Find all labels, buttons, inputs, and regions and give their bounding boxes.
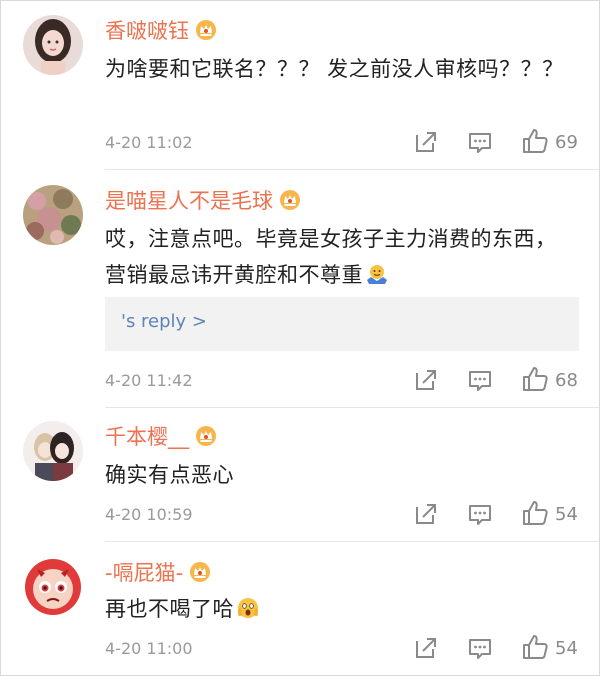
divider (105, 169, 599, 170)
comment-text: 再也不喝了哈 (105, 591, 575, 627)
share-icon[interactable] (413, 367, 439, 393)
comment-header: 香啵啵钰 (105, 15, 217, 45)
username[interactable]: 千本樱__ (105, 421, 189, 451)
comment-meta: 4-20 11:42 68 (105, 367, 599, 395)
username[interactable]: 是喵星人不是毛球 (105, 185, 273, 215)
thumbs-up-icon[interactable] (521, 365, 549, 393)
comment-text: 哎，注意点吧。毕竟是女孩子主力消费的东西，营销最忌讳开黄腔和不尊重 (105, 221, 575, 293)
divider (105, 407, 599, 408)
comment-text-body: 再也不喝了哈 (105, 597, 234, 621)
timestamp: 4-20 11:42 (105, 371, 193, 390)
comment-header: -嗝屁猫- (105, 557, 211, 587)
like-count: 54 (555, 638, 578, 659)
comment-icon[interactable] (467, 501, 493, 527)
comment-list: 香啵啵钰 为啥要和它联名？？？ 发之前没人审核吗？？？ 4-20 11:02 6… (0, 0, 600, 676)
vip-crown-badge-icon (195, 19, 217, 41)
comment-icon[interactable] (467, 129, 493, 155)
divider (105, 541, 599, 542)
comment-meta: 4-20 11:00 54 (105, 635, 599, 663)
shrug-emoji-icon (367, 265, 387, 284)
share-icon[interactable] (413, 501, 439, 527)
share-icon[interactable] (413, 635, 439, 661)
comment-header: 千本樱__ (105, 421, 217, 451)
like-count: 54 (555, 504, 578, 525)
like-count: 69 (555, 132, 578, 153)
comment-meta: 4-20 10:59 54 (105, 501, 599, 529)
share-icon[interactable] (413, 129, 439, 155)
avatar[interactable] (23, 15, 83, 75)
avatar[interactable] (23, 421, 83, 481)
thumbs-up-icon[interactable] (521, 127, 549, 155)
avatar[interactable] (23, 185, 83, 245)
vip-crown-badge-icon (195, 425, 217, 447)
timestamp: 4-20 11:00 (105, 639, 193, 658)
view-replies-link[interactable]: 's reply > (121, 311, 207, 332)
comment-header: 是喵星人不是毛球 (105, 185, 301, 215)
timestamp: 4-20 10:59 (105, 505, 193, 524)
scared-emoji-icon (238, 598, 258, 618)
comment-meta: 4-20 11:02 69 (105, 129, 599, 157)
comment-text: 确实有点恶心 (105, 463, 234, 487)
vip-crown-badge-icon (189, 561, 211, 583)
comment-text: 为啥要和它联名？？？ 发之前没人审核吗？？？ (105, 57, 564, 81)
comment-text-body: 哎，注意点吧。毕竟是女孩子主力消费的东西，营销最忌讳开黄腔和不尊重 (105, 227, 557, 287)
comment-icon[interactable] (467, 635, 493, 661)
thumbs-up-icon[interactable] (521, 633, 549, 661)
like-count: 68 (555, 370, 578, 391)
avatar[interactable] (23, 557, 83, 617)
reply-box[interactable]: 's reply > (105, 297, 579, 351)
username[interactable]: -嗝屁猫- (105, 557, 183, 587)
timestamp: 4-20 11:02 (105, 133, 193, 152)
comment-icon[interactable] (467, 367, 493, 393)
vip-crown-badge-icon (279, 189, 301, 211)
username[interactable]: 香啵啵钰 (105, 15, 189, 45)
thumbs-up-icon[interactable] (521, 499, 549, 527)
